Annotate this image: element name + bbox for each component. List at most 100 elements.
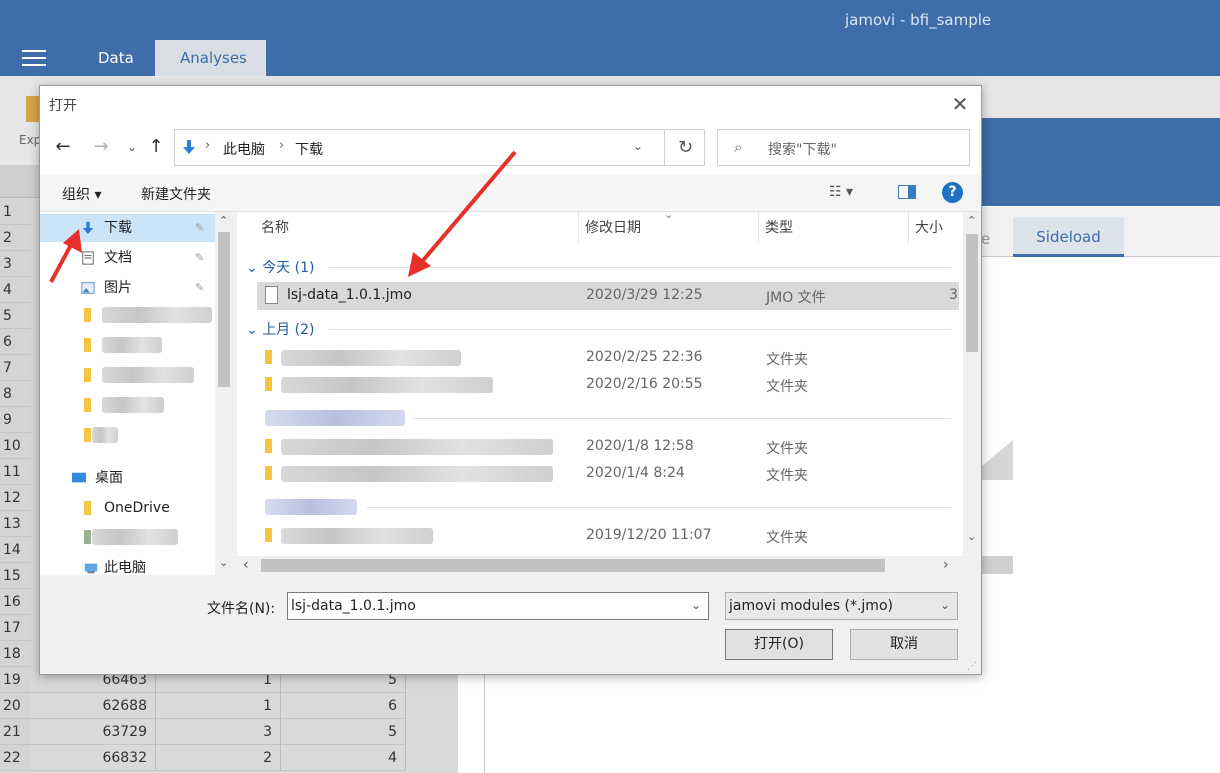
column-size[interactable]: 大小	[909, 212, 963, 244]
search-input[interactable]: ⌕ 搜索"下载"	[717, 129, 970, 166]
breadcrumb-separator: ›	[279, 138, 285, 153]
resize-grip-icon[interactable]: ⋰	[967, 661, 977, 672]
nav-item-downloads[interactable]: 下载 ✎	[40, 214, 215, 242]
row-number[interactable]: 11	[0, 459, 31, 485]
address-bar[interactable]: › 此电脑 › 下载 ⌄ ↻	[174, 129, 705, 166]
scrollbar-thumb[interactable]	[218, 232, 230, 387]
blurred-item[interactable]	[102, 337, 162, 353]
blurred-item[interactable]	[102, 367, 194, 383]
cancel-button[interactable]: 取消	[850, 629, 958, 660]
filetype-select[interactable]: jamovi modules (*.jmo) ⌄	[725, 592, 958, 620]
file-row[interactable]: 2019/12/20 11:07 文件夹	[257, 522, 959, 550]
row-number[interactable]: 6	[0, 329, 31, 355]
table-cell[interactable]: 6	[281, 693, 406, 719]
file-row[interactable]: 2020/2/16 20:55 文件夹	[257, 371, 959, 399]
column-type[interactable]: 类型	[759, 212, 909, 244]
row-number[interactable]: 10	[0, 433, 31, 459]
back-arrow-icon[interactable]: ←	[51, 136, 75, 157]
row-number[interactable]: 21	[0, 719, 31, 745]
row-number[interactable]: 14	[0, 537, 31, 563]
row-number[interactable]: 9	[0, 407, 31, 433]
new-folder-button[interactable]: 新建文件夹	[141, 184, 211, 204]
row-number[interactable]: 13	[0, 511, 31, 537]
open-button[interactable]: 打开(O)	[725, 629, 833, 660]
help-icon[interactable]: ?	[942, 182, 963, 203]
row-number[interactable]: 8	[0, 381, 31, 407]
tab-sideload[interactable]: Sideload	[1013, 217, 1124, 257]
row-number[interactable]: 16	[0, 589, 31, 615]
blurred-item[interactable]	[102, 397, 164, 413]
table-cell[interactable]: 3	[156, 719, 281, 745]
scroll-down-icon[interactable]: ⌄	[219, 556, 228, 569]
download-icon	[82, 221, 94, 235]
group-header-today[interactable]: ⌄ 今天 (1)	[246, 257, 314, 277]
row-number[interactable]: 15	[0, 563, 31, 589]
table-cell[interactable]: 5	[281, 719, 406, 745]
file-row-selected[interactable]: lsj-data_1.0.1.jmo 2020/3/29 12:25 JMO 文…	[257, 282, 959, 310]
hamburger-menu-icon[interactable]	[22, 50, 46, 68]
group-header-last-month[interactable]: ⌄ 上月 (2)	[246, 319, 314, 339]
folder-icon	[84, 530, 91, 544]
row-number[interactable]: 2	[0, 225, 31, 251]
close-icon[interactable]: ✕	[950, 94, 970, 114]
organize-button[interactable]: 组织 ▾	[62, 184, 101, 204]
preview-pane-icon[interactable]	[898, 185, 916, 199]
row-number[interactable]: 22	[0, 745, 31, 771]
table-cell[interactable]: 2	[156, 745, 281, 771]
recent-locations-chevron-icon[interactable]: ⌄	[120, 140, 144, 154]
nav-pane-scrollbar[interactable]: ⌃ ⌄	[215, 212, 233, 575]
nav-item-this-pc[interactable]: 此电脑	[40, 554, 215, 582]
nav-item-desktop[interactable]: 桌面	[40, 464, 215, 492]
scroll-up-icon[interactable]: ⌃	[967, 214, 976, 227]
scroll-down-icon[interactable]: ⌄	[967, 530, 976, 543]
blurred-item[interactable]	[92, 529, 178, 545]
refresh-icon[interactable]: ↻	[664, 129, 706, 166]
row-number[interactable]: 17	[0, 615, 31, 641]
row-number[interactable]: 18	[0, 641, 31, 667]
view-options-icon[interactable]: ☷ ▾	[829, 184, 853, 200]
column-name[interactable]: 名称	[255, 212, 579, 244]
group-divider	[329, 267, 951, 268]
up-arrow-icon[interactable]: ↑	[144, 136, 168, 157]
scrollbar-thumb[interactable]	[966, 234, 978, 352]
file-row[interactable]: 2020/2/25 22:36 文件夹	[257, 344, 959, 372]
row-number[interactable]: 1	[0, 199, 31, 225]
nav-item-pictures[interactable]: 图片 ✎	[40, 274, 215, 302]
table-cell[interactable]: 1	[156, 693, 281, 719]
table-cell[interactable]: 4	[281, 745, 406, 771]
blurred-item[interactable]	[92, 427, 118, 443]
file-date: 2020/2/25 22:36	[586, 349, 703, 365]
file-list-vertical-scrollbar[interactable]: ⌃ ⌄	[963, 212, 981, 549]
results-tab-partial[interactable]: e	[981, 230, 990, 248]
row-number[interactable]: 20	[0, 693, 31, 719]
chevron-down-icon[interactable]: ⌄	[691, 598, 701, 612]
nav-item-onedrive[interactable]: OneDrive	[40, 494, 215, 522]
file-list: 名称 修改日期 类型 大小 ⌄ ⌄ 今天 (1) lsj-data_1.0.1.…	[237, 208, 963, 575]
table-cell[interactable]: 63729	[31, 719, 156, 745]
row-number[interactable]: 3	[0, 251, 31, 277]
chevron-down-icon[interactable]: ⌄	[633, 139, 643, 153]
scrollbar-thumb[interactable]	[261, 559, 885, 572]
file-row[interactable]: 2020/1/8 12:58 文件夹	[257, 433, 959, 461]
table-cell[interactable]: 66832	[31, 745, 156, 771]
file-row[interactable]: 2020/1/4 8:24 文件夹	[257, 460, 959, 488]
row-number[interactable]: 4	[0, 277, 31, 303]
row-number[interactable]: 5	[0, 303, 31, 329]
nav-item-documents[interactable]: 文档 ✎	[40, 244, 215, 272]
file-list-horizontal-scrollbar[interactable]: ‹ ›	[237, 556, 963, 575]
row-number[interactable]: 12	[0, 485, 31, 511]
scroll-left-icon[interactable]: ‹	[243, 557, 249, 573]
chevron-down-icon[interactable]: ⌄	[940, 598, 950, 612]
breadcrumb-this-pc[interactable]: 此电脑	[223, 139, 265, 159]
row-number[interactable]: 7	[0, 355, 31, 381]
row-number[interactable]: 19	[0, 667, 31, 693]
scroll-up-icon[interactable]: ⌃	[219, 214, 228, 227]
table-cell[interactable]: 62688	[31, 693, 156, 719]
filename-input[interactable]: lsj-data_1.0.1.jmo ⌄	[287, 592, 709, 620]
tab-data[interactable]: Data	[73, 40, 159, 76]
forward-arrow-icon[interactable]: →	[89, 136, 113, 157]
scroll-right-icon[interactable]: ›	[943, 557, 949, 573]
breadcrumb-downloads[interactable]: 下载	[295, 139, 323, 159]
blurred-item[interactable]	[102, 307, 212, 323]
tab-analyses[interactable]: Analyses	[155, 40, 266, 76]
